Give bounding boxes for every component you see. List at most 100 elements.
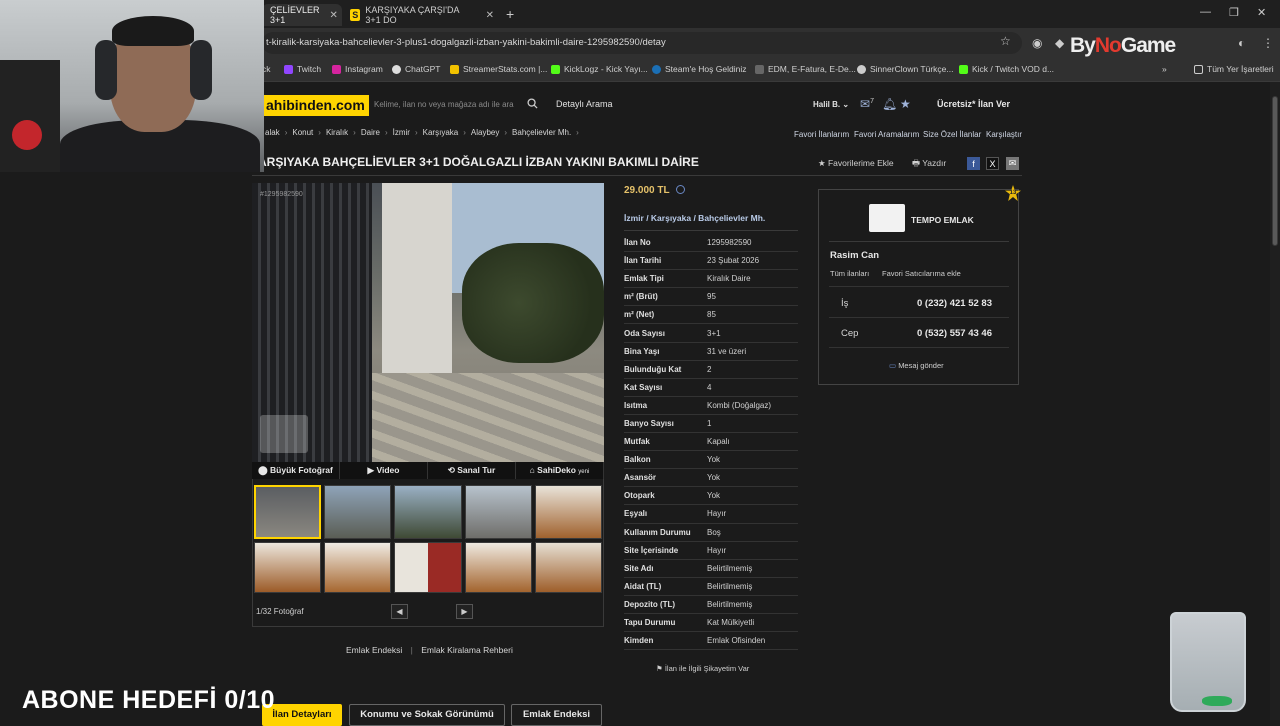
favorites-star-icon[interactable]: ★ [900,97,911,111]
tab-emlak-endeksi[interactable]: Emlak Endeksi [511,704,602,726]
photo-thumbnail[interactable] [394,485,462,539]
emlak-endeksi-link[interactable]: Emlak Endeksi [346,645,402,655]
bookmark-instagram[interactable]: Instagram [332,64,383,74]
site-logo[interactable]: ahibinden.com [262,95,369,116]
send-message-button[interactable]: ▭ Mesaj gönder [889,361,944,370]
browser-tab-2[interactable]: S KARŞIYAKA ÇARŞI'DA 3+1 DO ✕ [342,4,502,26]
address-bar[interactable]: t-kiralik-karsiyaka-bahcelievler-3-plus1… [262,32,1022,54]
divider [829,241,1009,242]
browser-tab-1[interactable]: ÇELİEVLER 3+1 ✕ [262,4,342,26]
work-phone[interactable]: 0 (232) 421 52 83 [917,298,992,309]
search-input[interactable]: Kelime, ilan no veya mağaza adı ile ara [364,93,550,117]
extension-icon[interactable]: ◉ [1032,36,1042,50]
all-listings-link[interactable]: Tüm ilanları [830,269,869,278]
breadcrumb-item[interactable]: alak [262,128,283,137]
detail-key: Kullanım Durumu [624,527,691,537]
photo-thumbnail[interactable] [324,485,392,539]
breadcrumb-item[interactable]: Karşıyaka [420,128,462,137]
scrollbar[interactable] [1270,82,1280,720]
tab-sahideko[interactable]: ⌂ SahiDeko yeni [516,462,604,479]
photo-thumbnail[interactable] [534,541,602,593]
add-favorite-button[interactable]: ★ Favorilerime Ekle [818,158,894,169]
bookmark-sinnerclown[interactable]: SinnerClown Türkçe... [857,64,953,74]
bookmarks-overflow-icon[interactable]: » [1162,64,1167,74]
close-icon[interactable]: ✕ [486,10,494,21]
detail-key: Mutfak [624,437,650,447]
mobile-phone[interactable]: 0 (532) 557 43 46 [917,328,992,339]
scrollbar-thumb[interactable] [1272,96,1278,246]
breadcrumb-item[interactable]: Alaybey [468,128,502,137]
bookmark-twitch[interactable]: Twitch [284,64,321,74]
photo-thumbnail[interactable] [534,485,602,539]
all-bookmarks[interactable]: Tüm Yer İşaretleri [1194,64,1274,74]
search-icon[interactable] [527,98,538,109]
bookmark-steam[interactable]: Steam'e Hoş Geldiniz [652,64,746,74]
detail-key: Tapu Durumu [624,618,676,628]
email-share-icon[interactable]: ✉ [1006,157,1019,170]
menu-icon[interactable]: ⋮ [1262,36,1274,50]
detailed-search-link[interactable]: Detaylı Arama [556,99,613,109]
seller-card: TEMPO EMLAK Rasim Can Tüm ilanları Favor… [818,189,1019,385]
tab-virtual-tour[interactable]: ⟲ Sanal Tur [428,462,516,479]
post-listing-button[interactable]: Ücretsiz* İlan Ver [937,99,1010,109]
bookmark-star-icon[interactable]: ☆ [1000,34,1011,48]
bookmark-streamerstats[interactable]: StreamerStats.com |... [450,64,547,74]
print-button[interactable]: 🖶︎ Yazdır [912,158,946,172]
messages-icon[interactable]: ✉7 [860,97,874,111]
maximize-icon[interactable]: ❐ [1229,6,1239,19]
facebook-share-icon[interactable]: f [967,157,980,170]
favorite-listings-link[interactable]: Favori İlanlarım [794,130,849,139]
x-share-icon[interactable]: X [986,157,999,170]
breadcrumb-item[interactable]: Daire [358,128,383,137]
photo-thumbnail[interactable] [254,485,322,539]
detail-value: Hayır [707,545,727,555]
previous-photo-button[interactable]: ◀ [391,604,408,619]
detail-row: m² (Brüt) 95 [624,288,798,307]
price-info-icon[interactable] [676,185,685,194]
breadcrumb-item[interactable]: Kiralık [323,128,351,137]
agency-name[interactable]: TEMPO EMLAK [911,215,974,225]
bell-icon[interactable]: 🔔︎ [882,97,897,111]
photo-tabs: ⬤ Büyük Fotoğraf ▶ Video ⟲ Sanal Tur ⌂ S… [252,462,604,479]
close-window-icon[interactable]: ✕ [1257,6,1266,19]
detail-row: Banyo Sayısı 1 [624,415,798,434]
personal-listings-link[interactable]: Size Özel İlanlar [923,130,981,139]
minimize-icon[interactable]: — [1200,6,1211,18]
tab-large-photo[interactable]: ⬤ Büyük Fotoğraf [252,462,340,479]
photo-thumbnail[interactable] [324,541,392,593]
complaint-link[interactable]: ⚑ İlan ile İlgili Şikayetim Var [656,664,749,673]
favorite-seller-link[interactable]: Favori Satıcılarıma ekle [882,269,961,278]
close-icon[interactable]: ✕ [330,10,338,21]
rental-guide-link[interactable]: Emlak Kiralama Rehberi [421,645,513,655]
detail-row: Bina Yaşı 31 ve üzeri [624,343,798,361]
listing-location[interactable]: İzmir / Karşıyaka / Bahçelievler Mh. [624,213,765,223]
photo-thumbnail[interactable] [394,541,462,593]
photo-thumbnail[interactable] [464,541,532,593]
detail-value: Kat Mülkiyetli [707,618,755,628]
breadcrumb-item[interactable]: Konut [289,128,316,137]
breadcrumb-item[interactable]: İzmir [390,128,413,137]
bookmark-chatgpt[interactable]: ChatGPT [392,64,440,74]
detail-key: Bina Yaşı [624,346,660,356]
agency-logo[interactable] [869,204,905,232]
photo-thumbnail[interactable] [254,541,322,593]
favorite-searches-link[interactable]: Favori Aramalarım [854,130,919,139]
next-photo-button[interactable]: ▶ [456,604,473,619]
breadcrumb-item[interactable]: Bahçelievler Mh. [509,128,574,137]
bookmark-edm[interactable]: EDM, E-Fatura, E-De... [755,64,856,74]
bookmark-kick-vod[interactable]: Kick / Twitch VOD d... [959,64,1054,74]
photo-thumbnail[interactable] [464,485,532,539]
listing-price: 29.000 TL [624,185,670,196]
extension-icon[interactable]: ◆ [1055,36,1064,50]
tab-video[interactable]: ▶ Video [340,462,428,479]
user-menu[interactable]: Halil B. ⌄ [813,100,849,109]
main-photo[interactable]: #1295982590 [252,183,604,462]
tab-location-street-view[interactable]: Konumu ve Sokak Görünümü [349,704,505,726]
bynogame-logo: ByNoGame [1070,34,1176,57]
detail-key: Site İçerisinde [624,545,679,555]
new-tab-icon[interactable]: + [506,6,514,22]
bookmark-kicklogz[interactable]: KickLogz - Kick Yayı... [551,64,648,74]
detail-value: Boş [707,527,721,537]
profile-icon[interactable]: ◐ [1238,36,1245,50]
compare-link[interactable]: Karşılaştır [986,130,1022,139]
